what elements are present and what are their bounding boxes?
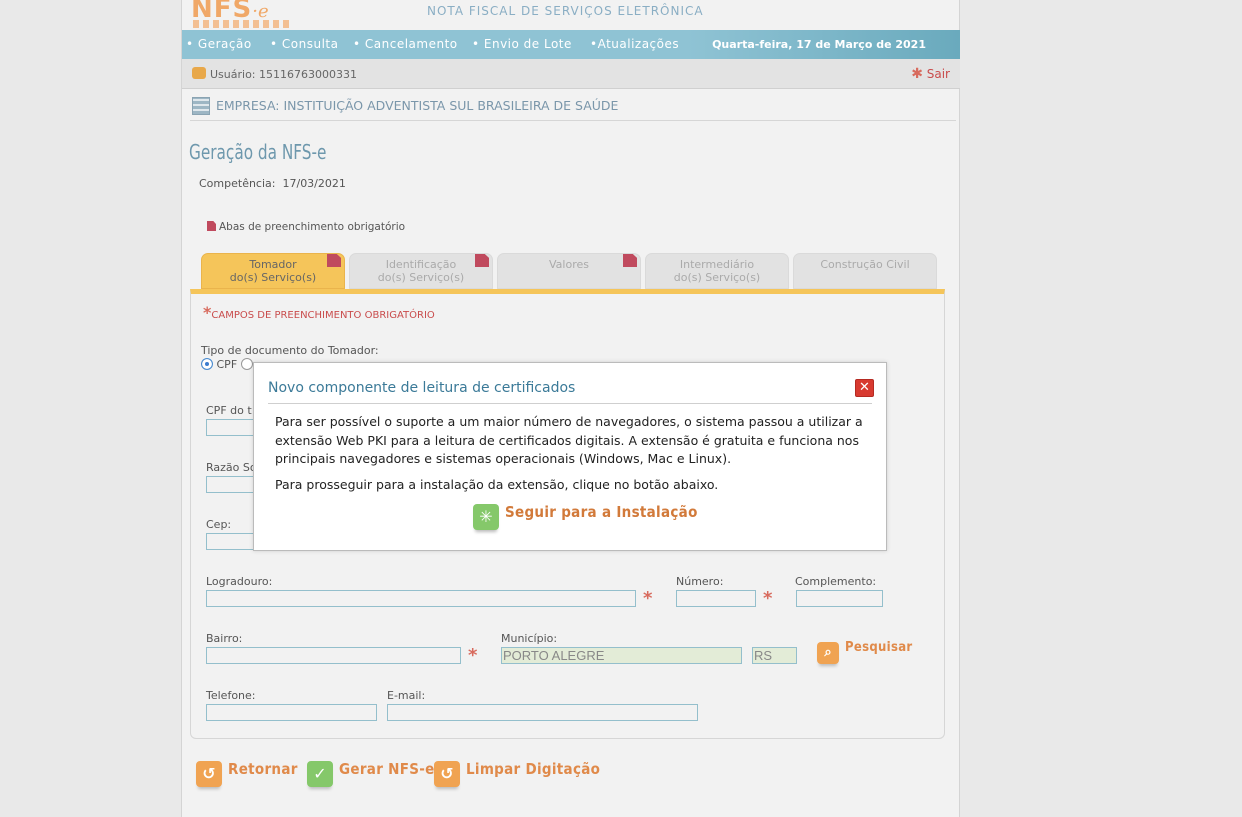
- radio-cpf[interactable]: [201, 358, 213, 370]
- required-asterisk-icon: *: [763, 588, 773, 609]
- tab-construcao-civil[interactable]: Construção Civil: [793, 253, 937, 289]
- tab-tomador[interactable]: Tomador do(s) Serviço(s): [201, 253, 345, 289]
- logout-label: Sair: [926, 67, 950, 81]
- complemento-label: Complemento:: [795, 575, 877, 588]
- tab-label: Intermediário: [679, 258, 755, 271]
- undo-icon: ↺: [196, 761, 222, 787]
- company-bar: EMPRESA: INSTITUIÇÃO ADVENTISTA SUL BRAS…: [190, 95, 956, 121]
- competencia-value: 17/03/2021: [282, 177, 346, 190]
- limpar-button[interactable]: ↺ Limpar Digitação: [434, 760, 600, 787]
- required-fields-note: *CAMPOS DE PREENCHIMENTO OBRIGATÓRIO: [203, 303, 435, 322]
- bairro-label: Bairro:: [206, 632, 243, 645]
- required-tabs-legend: Abas de preenchimento obrigatório: [207, 221, 405, 233]
- tab-intermediario[interactable]: Intermediário do(s) Serviço(s): [645, 253, 789, 289]
- main-nav: • Geração • Consulta • Cancelamento • En…: [182, 30, 960, 59]
- nav-cancelamento[interactable]: • Cancelamento: [353, 37, 458, 51]
- pesquisar-label: Pesquisar: [845, 640, 913, 655]
- doc-type-radios: CPF: [201, 358, 253, 371]
- tab-label: Tomador: [249, 258, 297, 271]
- required-flag-icon: [475, 254, 489, 267]
- telefone-input[interactable]: [206, 704, 377, 721]
- required-note-text: CAMPOS DE PREENCHIMENTO OBRIGATÓRIO: [211, 310, 435, 321]
- logo-e: ·e: [252, 1, 269, 22]
- required-asterisk-icon: *: [643, 588, 653, 609]
- tab-identificacao[interactable]: Identificação do(s) Serviço(s): [349, 253, 493, 289]
- users-icon: [192, 67, 206, 79]
- modal-divider: [268, 403, 872, 404]
- radio-cpf-label: CPF: [216, 358, 238, 371]
- tab-label: do(s) Serviço(s): [229, 271, 317, 284]
- logradouro-input[interactable]: [206, 590, 636, 607]
- install-label: Seguir para a Instalação: [505, 503, 698, 521]
- telefone-label: Telefone:: [206, 689, 256, 702]
- modal-body: Para ser possível o suporte a um maior n…: [275, 413, 875, 494]
- close-icon[interactable]: ✕: [855, 379, 874, 397]
- uf-input[interactable]: RS: [752, 647, 797, 664]
- doc-type-label: Tipo de documento do Tomador:: [201, 344, 379, 357]
- retornar-button[interactable]: ↺ Retornar: [196, 760, 298, 787]
- current-date: Quarta-feira, 17 de Março de 2021: [712, 38, 926, 51]
- cpf-label: CPF do t: [206, 404, 252, 417]
- cep-label: Cep:: [206, 518, 232, 531]
- gerar-label: Gerar NFS-e: [339, 760, 435, 778]
- company-name: EMPRESA: INSTITUIÇÃO ADVENTISTA SUL BRAS…: [216, 98, 619, 113]
- tab-label: Construção Civil: [820, 258, 910, 271]
- modal-title: Novo componente de leitura de certificad…: [268, 380, 576, 396]
- undo-icon: ↺: [434, 761, 460, 787]
- building-icon: [192, 97, 210, 115]
- complemento-input[interactable]: [796, 590, 883, 607]
- required-flag-icon: [623, 254, 637, 267]
- nfse-logo: NFS·e: [191, 0, 291, 30]
- modal-paragraph-1: Para ser possível o suporte a um maior n…: [275, 414, 863, 466]
- certificate-modal: Novo componente de leitura de certificad…: [253, 362, 887, 551]
- email-input[interactable]: [387, 704, 698, 721]
- user-bar: Usuário: 15116763000331 ✱ Sair: [182, 59, 960, 89]
- razao-label: Razão So: [206, 461, 257, 474]
- radio-cnpj[interactable]: [240, 358, 253, 370]
- logout-link[interactable]: ✱ Sair: [911, 66, 950, 82]
- nav-envio-lote[interactable]: • Envio de Lote: [472, 37, 572, 51]
- tab-valores[interactable]: Valores: [497, 253, 641, 289]
- municipio-input[interactable]: PORTO ALEGRE: [501, 647, 742, 664]
- bairro-input[interactable]: [206, 647, 461, 664]
- legend-text: Abas de preenchimento obrigatório: [219, 221, 406, 233]
- logo-dots: [193, 20, 289, 28]
- municipio-label: Município:: [501, 632, 558, 645]
- numero-label: Número:: [676, 575, 724, 588]
- logout-icon: ✱: [911, 66, 923, 82]
- cursor-click-icon: ✳: [473, 504, 499, 530]
- competencia: Competência: 17/03/2021: [199, 177, 346, 190]
- header-title: NOTA FISCAL DE SERVIÇOS ELETRÔNICA: [427, 4, 704, 18]
- nav-atualizacoes[interactable]: •Atualizações: [590, 37, 679, 51]
- modal-paragraph-2: Para prosseguir para a instalação da ext…: [275, 476, 719, 492]
- required-flag-icon: [207, 221, 216, 231]
- required-asterisk-icon: *: [468, 645, 478, 666]
- competencia-label: Competência:: [199, 177, 276, 190]
- required-flag-icon: [327, 254, 341, 267]
- limpar-label: Limpar Digitação: [466, 760, 601, 778]
- nav-geracao[interactable]: • Geração: [186, 37, 252, 51]
- magnifier-icon: ⌕: [817, 642, 839, 664]
- pesquisar-button[interactable]: ⌕ Pesquisar: [817, 640, 913, 664]
- user-label: Usuário: 15116763000331: [210, 68, 357, 81]
- tab-label: do(s) Serviço(s): [377, 271, 465, 284]
- gerar-nfse-button[interactable]: ✓ Gerar NFS-e: [307, 760, 435, 787]
- retornar-label: Retornar: [228, 760, 298, 778]
- checkmark-icon: ✓: [307, 761, 333, 787]
- tab-label: Identificação: [385, 258, 457, 271]
- email-label: E-mail:: [387, 689, 426, 702]
- nav-consulta[interactable]: • Consulta: [270, 37, 338, 51]
- tab-label: do(s) Serviço(s): [673, 271, 761, 284]
- page-title: Geração da NFS-e: [189, 140, 327, 164]
- install-button[interactable]: ✳ Seguir para a Instalação: [473, 503, 698, 530]
- tab-label: Valores: [549, 258, 589, 271]
- numero-input[interactable]: [676, 590, 756, 607]
- logradouro-label: Logradouro:: [206, 575, 273, 588]
